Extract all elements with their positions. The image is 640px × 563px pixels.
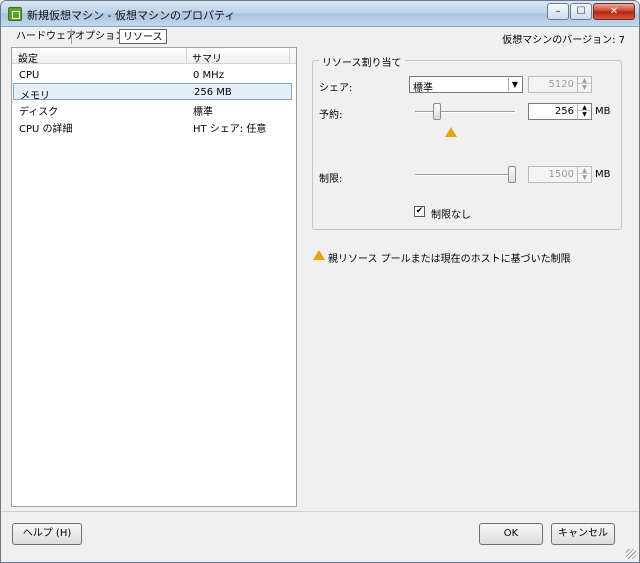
limit-slider-thumb[interactable] xyxy=(508,166,516,183)
stepper-down-icon: ▼ xyxy=(582,84,587,91)
tab-hardware[interactable]: ハードウェア xyxy=(14,29,78,44)
group-title: リソース割り当て xyxy=(319,54,405,69)
warning-icon xyxy=(445,127,457,137)
setting-summary: 0 MHz xyxy=(193,70,224,81)
setting-name: ディスク xyxy=(19,107,59,118)
reservation-stepper[interactable]: 256 ▲ ▼ xyxy=(528,103,592,120)
list-item-cpu[interactable]: CPU 0 MHz xyxy=(13,67,292,84)
divider xyxy=(1,511,639,512)
settings-list: 設定 サマリ CPU 0 MHz メモリ 256 MB ディスク 標準 CPU … xyxy=(11,47,297,507)
setting-summary: 標準 xyxy=(193,107,213,118)
resource-panel: リソース割り当て シェア: 標準 ▼ 5120 ▲ ▼ 予約: 256 ▲ ▼ … xyxy=(298,47,631,507)
resource-allocation-group: リソース割り当て シェア: 標準 ▼ 5120 ▲ ▼ 予約: 256 ▲ ▼ … xyxy=(312,54,622,230)
shares-selected-value: 標準 xyxy=(413,83,433,94)
setting-name: CPU の詳細 xyxy=(19,124,73,135)
unlimited-checkbox[interactable]: ✔ xyxy=(414,206,425,217)
warning-icon xyxy=(313,250,325,260)
reservation-slider-thumb[interactable] xyxy=(433,103,441,120)
shares-select[interactable]: 標準 ▼ xyxy=(409,76,523,94)
reservation-unit: MB xyxy=(595,106,611,117)
shares-number-stepper: 5120 ▲ ▼ xyxy=(528,76,592,93)
reservation-value: 256 xyxy=(554,106,574,117)
list-item-cpu-details[interactable]: CPU の詳細 HT シェア: 任意 xyxy=(13,117,292,135)
title-bar[interactable]: 新規仮想マシン - 仮想マシンのプロパティ – ☐ ✕ xyxy=(1,1,639,27)
limit-stepper-buttons: ▲ ▼ xyxy=(577,167,591,182)
setting-summary: 256 MB xyxy=(194,87,232,98)
column-header-summary[interactable]: サマリ xyxy=(192,50,222,65)
limit-note: 親リソース プールまたは現在のホストに基づいた制限 xyxy=(328,254,571,265)
reservation-label: 予約: xyxy=(319,110,343,121)
list-header: 設定 サマリ xyxy=(12,48,296,65)
column-divider[interactable] xyxy=(289,48,290,63)
resize-grip[interactable] xyxy=(626,549,636,559)
maximize-button[interactable]: ☐ xyxy=(570,3,592,20)
column-header-setting[interactable]: 設定 xyxy=(18,50,38,65)
tab-resources[interactable]: リソース xyxy=(119,29,167,44)
vm-version-label: 仮想マシンのバージョン: 7 xyxy=(502,35,625,46)
shares-stepper-buttons: ▲ ▼ xyxy=(577,77,591,92)
list-item-disk[interactable]: ディスク 標準 xyxy=(13,100,292,118)
limit-slider-track[interactable] xyxy=(415,174,515,176)
column-divider[interactable] xyxy=(186,48,187,63)
stepper-down-icon[interactable]: ▼ xyxy=(578,111,591,118)
shares-label: シェア: xyxy=(319,83,353,94)
stepper-up-icon: ▲ xyxy=(578,167,591,174)
properties-dialog: 新規仮想マシン - 仮想マシンのプロパティ – ☐ ✕ ハードウェア オプション… xyxy=(0,0,640,563)
limit-stepper: 1500 ▲ ▼ xyxy=(528,166,592,183)
chevron-down-icon[interactable]: ▼ xyxy=(508,78,521,91)
cancel-button[interactable]: キャンセル xyxy=(551,523,615,545)
limit-unit: MB xyxy=(595,169,611,180)
window-title: 新規仮想マシン - 仮想マシンのプロパティ xyxy=(27,9,236,22)
ok-button[interactable]: OK xyxy=(479,523,543,545)
reservation-stepper-buttons[interactable]: ▲ ▼ xyxy=(577,104,591,119)
reservation-slider-track[interactable] xyxy=(415,111,515,113)
help-button[interactable]: ヘルプ (H) xyxy=(12,523,82,545)
vm-app-icon xyxy=(8,7,22,21)
limit-value: 1500 xyxy=(548,169,574,180)
setting-summary: HT シェア: 任意 xyxy=(193,124,267,135)
stepper-up-icon[interactable]: ▲ xyxy=(578,104,591,111)
unlimited-label[interactable]: 制限なし xyxy=(431,206,471,221)
stepper-down-icon: ▼ xyxy=(582,174,587,181)
list-item-memory[interactable]: メモリ 256 MB xyxy=(13,83,292,102)
limit-label: 制限: xyxy=(319,174,343,185)
shares-number-value: 5120 xyxy=(548,79,574,90)
stepper-up-icon: ▲ xyxy=(578,77,591,84)
minimize-button[interactable]: – xyxy=(547,3,569,20)
close-button[interactable]: ✕ xyxy=(593,3,635,20)
setting-name: CPU xyxy=(19,70,40,81)
